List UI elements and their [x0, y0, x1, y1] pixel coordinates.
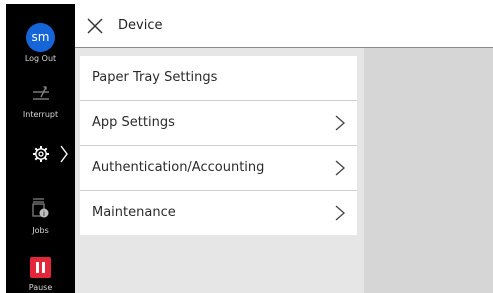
sidebar: sm Log Out Interrupt i Jobs Pause [6, 4, 75, 293]
gear-icon [33, 146, 49, 162]
page-title: Device [118, 18, 163, 33]
interrupt-icon[interactable] [30, 84, 52, 102]
menu-item-paper-tray-settings[interactable]: Paper Tray Settings [80, 56, 357, 101]
pause-label[interactable]: Pause [6, 283, 75, 292]
menu-item-label: Paper Tray Settings [92, 70, 218, 85]
pause-button[interactable] [30, 257, 51, 278]
menu-item-app-settings[interactable]: App Settings [80, 101, 357, 146]
logout-label[interactable]: Log Out [6, 54, 75, 63]
menu-item-label: App Settings [92, 115, 175, 130]
menu-item-label: Maintenance [92, 205, 176, 220]
interrupt-label[interactable]: Interrupt [6, 110, 75, 119]
close-icon[interactable] [86, 17, 104, 35]
chevron-right-icon [335, 160, 345, 176]
chevron-right-icon [60, 145, 68, 163]
jobs-label[interactable]: Jobs [6, 226, 75, 235]
jobs-icon[interactable]: i [30, 197, 50, 219]
settings-button[interactable] [28, 142, 74, 166]
user-avatar-button[interactable]: sm [26, 23, 55, 52]
menu-item-authentication-accounting[interactable]: Authentication/Accounting [80, 146, 357, 191]
menu-item-label: Authentication/Accounting [92, 160, 265, 175]
device-menu: Paper Tray Settings App Settings Authent… [80, 56, 357, 235]
header-bar: Device [75, 4, 493, 48]
svg-text:i: i [43, 210, 45, 218]
chevron-right-icon [335, 115, 345, 131]
menu-item-maintenance[interactable]: Maintenance [80, 191, 357, 235]
chevron-right-icon [335, 205, 345, 221]
